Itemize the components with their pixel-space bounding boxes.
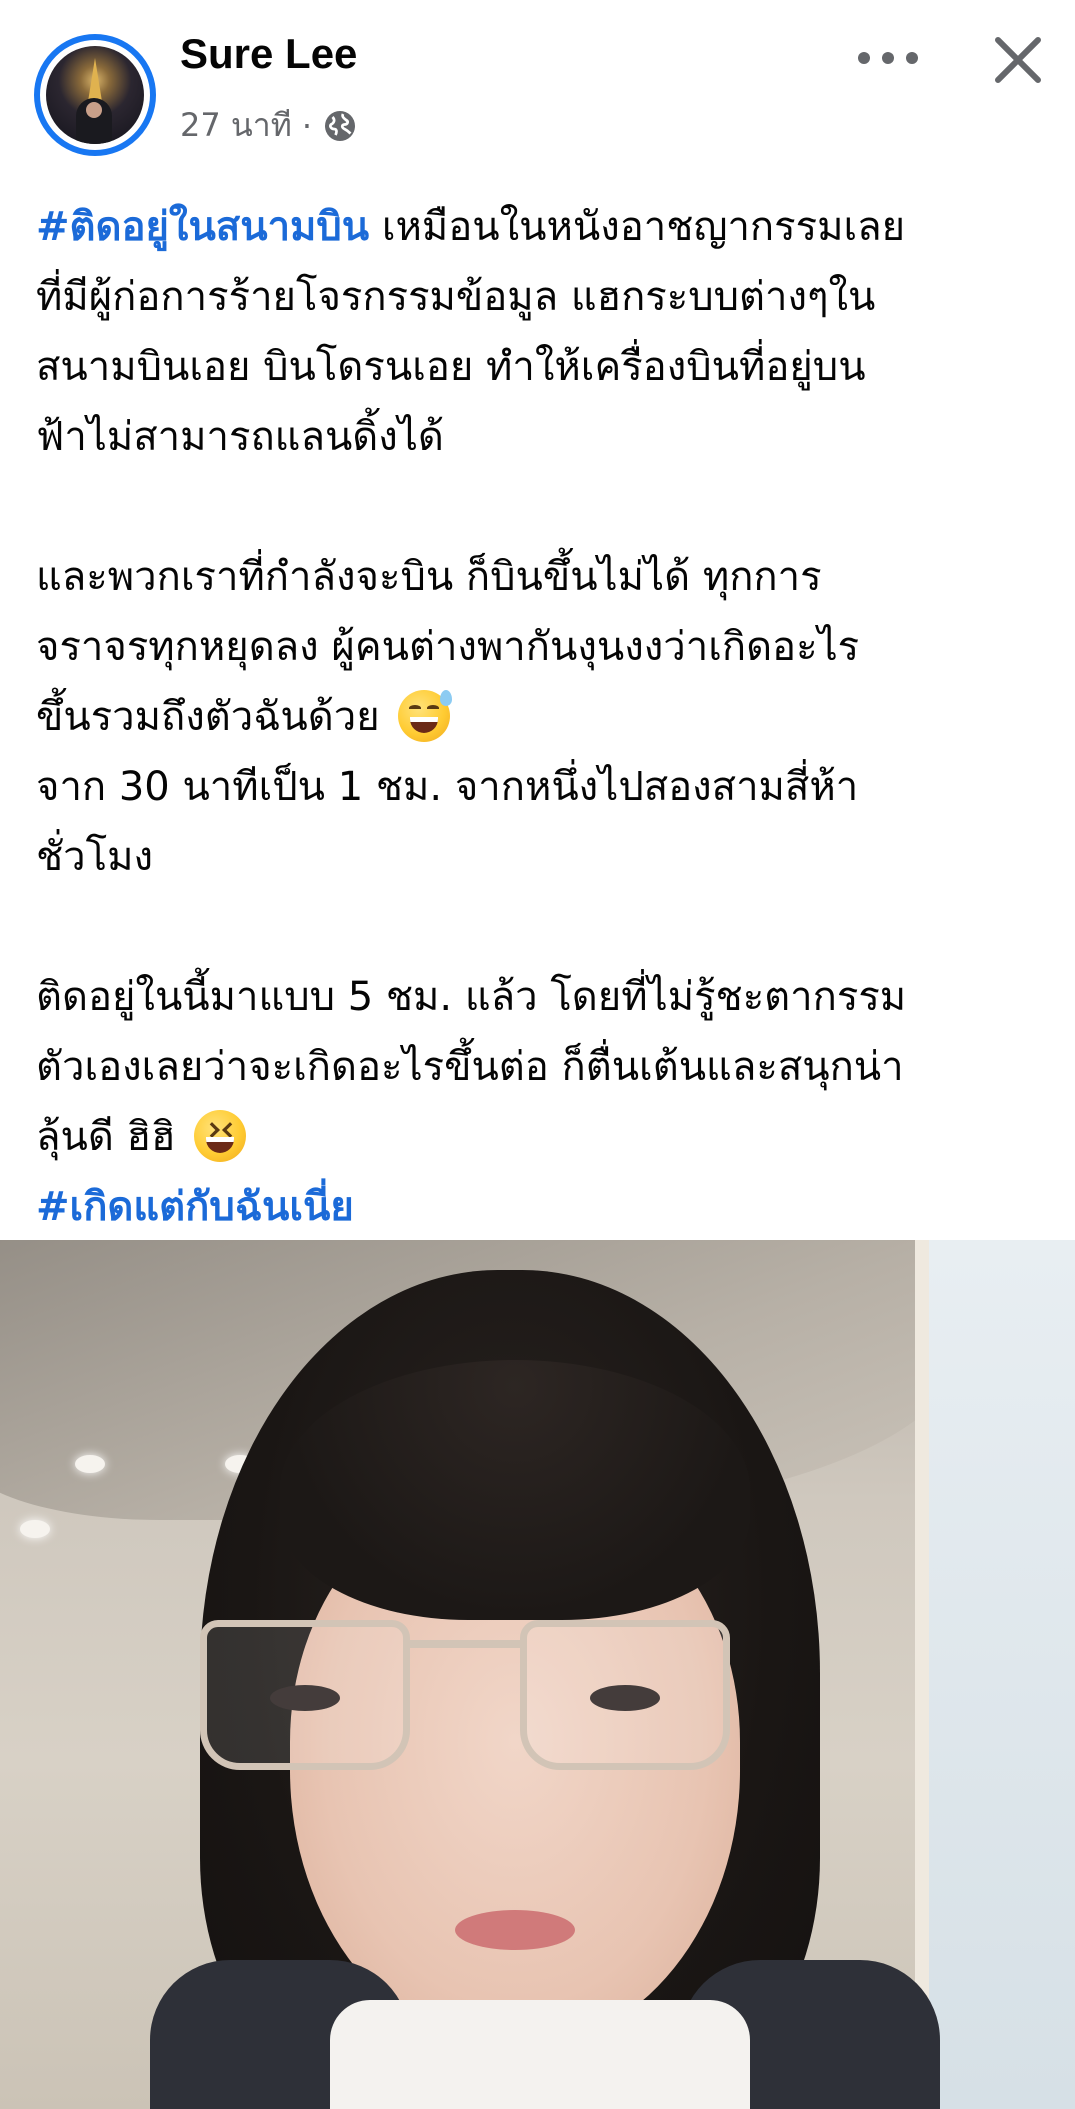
post-header: Sure Lee 27 นาที ·	[0, 0, 1075, 160]
text-line: ตัวเองเลยว่าจะเกิดอะไรขึ้นต่อ ก็ตื่นเต้น…	[36, 1044, 904, 1090]
profile-avatar[interactable]	[34, 34, 156, 156]
globe-icon[interactable]	[322, 108, 358, 144]
hashtag-link[interactable]: #เกิดแต่กับฉันเนี่ย	[36, 1184, 354, 1230]
text-line: ขึ้นรวมถึงตัวฉันด้วย	[36, 682, 1046, 752]
post-text: #ติดอยู่ในสนามบิน เหมือนในหนังอาชญากรรมเ…	[36, 192, 1046, 1242]
post-time[interactable]: 27 นาที	[180, 100, 292, 151]
text-line: และพวกเราที่กำลังจะบิน ก็บินขึ้นไม่ได้ ท…	[36, 554, 822, 600]
text-line: ฟ้าไม่สามารถแลนดิ้งได้	[36, 414, 444, 460]
author-name[interactable]: Sure Lee	[180, 30, 357, 78]
text-line: จาก 30 นาทีเป็น 1 ชม. จากหนึ่งไปสองสามสี…	[36, 764, 859, 810]
text-line: #ติดอยู่ในสนามบิน เหมือนในหนังอาชญากรรมเ…	[36, 204, 906, 250]
text-line: #เกิดแต่กับฉันเนี่ย	[36, 1172, 1046, 1242]
text-line: ชั่วโมง	[36, 834, 153, 880]
post-meta: 27 นาที ·	[180, 100, 358, 151]
meta-separator: ·	[301, 106, 312, 145]
text-line: ติดอยู่ในนี้มาแบบ 5 ชม. แล้ว โดยที่ไม่รู…	[36, 974, 907, 1020]
laughing-squint-emoji-icon	[194, 1110, 247, 1162]
post-photo[interactable]	[0, 1240, 1075, 2109]
avatar-image	[46, 46, 144, 144]
text-line: สนามบินเอย บินโดรนเอย ทำให้เครื่องบินที่…	[36, 344, 866, 390]
text-line: ลุ้นดี ฮิฮิ	[36, 1102, 1046, 1172]
close-icon[interactable]	[990, 32, 1046, 88]
text-line: จราจรทุกหยุดลง ผู้คนต่างพากันงุนงงว่าเกิ…	[36, 624, 860, 670]
grinning-sweat-emoji-icon	[398, 690, 453, 742]
text-line: ที่มีผู้ก่อการร้ายโจรกรรมข้อมูล แฮกระบบต…	[36, 274, 876, 320]
hashtag-link[interactable]: #ติดอยู่ในสนามบิน	[36, 204, 369, 250]
more-horizontal-icon[interactable]	[858, 40, 918, 76]
